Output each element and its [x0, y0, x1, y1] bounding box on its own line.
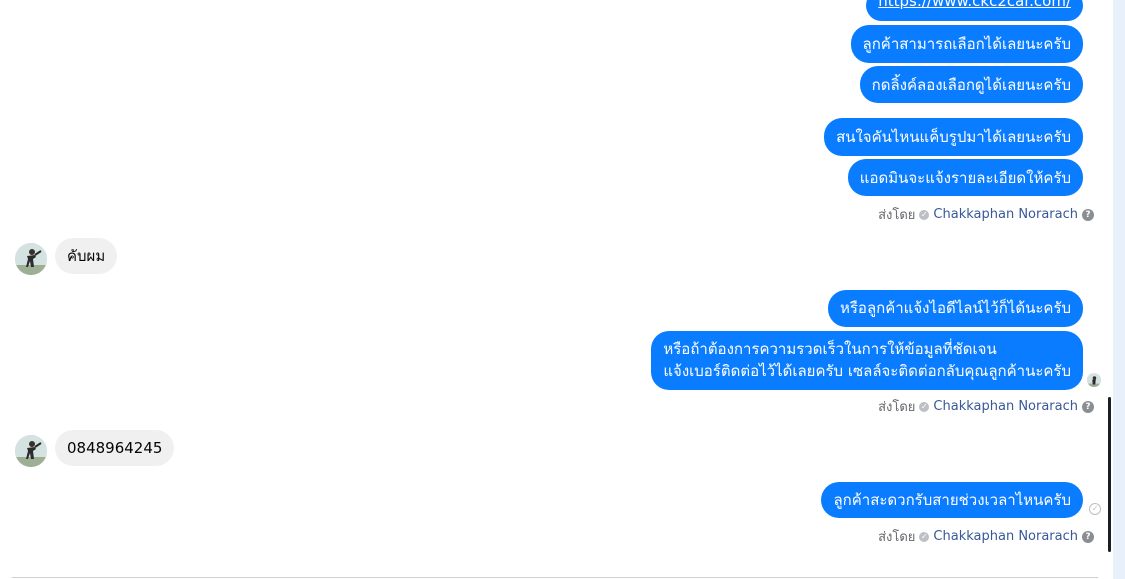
person-photo-icon	[15, 435, 47, 467]
message-bubble-outgoing[interactable]: สนใจคันไหนแค็บรูปมาได้เลยนะครับ	[824, 118, 1083, 156]
contact-avatar[interactable]	[15, 435, 47, 467]
message-bubble-outgoing[interactable]: แอดมินจะแจ้งรายละเอียดให้ครับ	[847, 159, 1083, 196]
message-bubble-outgoing[interactable]: หรือถ้าต้องการความรวดเร็วในการให้ข้อมูลท…	[651, 331, 1083, 390]
message-line: หรือถ้าต้องการความรวดเร็วในการให้ข้อมูลท…	[663, 340, 997, 358]
message-bubble-incoming[interactable]: 0848964245	[55, 430, 175, 466]
help-icon[interactable]: ?	[1082, 530, 1094, 543]
seen-avatar-icon	[1087, 373, 1101, 387]
sent-by-label: ส่งโดย	[878, 400, 916, 415]
sender-name-link[interactable]: Chakkaphan Norarach	[933, 529, 1078, 544]
message-bubble-outgoing[interactable]: https://www.ckc2car.com/	[866, 0, 1083, 21]
contact-avatar[interactable]	[15, 243, 47, 275]
message-bubble-outgoing[interactable]: ลูกค้าสะดวกรับสายช่วงเวลาไหนครับ	[821, 482, 1083, 518]
sender-name-link[interactable]: Chakkaphan Norarach	[933, 399, 1078, 414]
sent-by-line: ส่งโดย ✓ Chakkaphan Norarach ?	[878, 396, 1094, 417]
scrollbar-thumb[interactable]	[1108, 397, 1111, 552]
sent-by-line: ส่งโดย ✓ Chakkaphan Norarach ?	[878, 204, 1094, 225]
sent-check-icon: ✓	[1089, 503, 1101, 515]
verified-icon: ✓	[919, 531, 930, 542]
sender-name-link[interactable]: Chakkaphan Norarach	[933, 207, 1078, 222]
help-icon[interactable]: ?	[1082, 208, 1094, 221]
person-photo-icon	[15, 243, 47, 275]
right-scroll-rail	[1113, 0, 1125, 579]
verified-icon: ✓	[919, 209, 930, 220]
message-bubble-outgoing[interactable]: กดลิ้งค์ลองเลือกดูได้เลยนะครับ	[859, 66, 1083, 103]
sent-by-label: ส่งโดย	[878, 208, 916, 223]
message-line: แจ้งเบอร์ติดต่อไว้ได้เลยครับ เซลล์จะติดต…	[663, 362, 1071, 380]
sent-by-line: ส่งโดย ✓ Chakkaphan Norarach ?	[878, 526, 1094, 547]
composer-divider	[12, 577, 1098, 578]
message-bubble-outgoing[interactable]: หรือลูกค้าแจ้งไอดีไลน์ไว้ก็ได้นะครับ	[827, 290, 1083, 327]
message-bubble-outgoing[interactable]: ลูกค้าสามารถเลือกได้เลยนะครับ	[850, 25, 1083, 63]
help-icon[interactable]: ?	[1082, 400, 1094, 413]
verified-icon: ✓	[919, 401, 930, 412]
sent-by-label: ส่งโดย	[878, 530, 916, 545]
message-link[interactable]: https://www.ckc2car.com/	[878, 0, 1071, 10]
message-bubble-incoming[interactable]: คับผม	[55, 238, 118, 274]
